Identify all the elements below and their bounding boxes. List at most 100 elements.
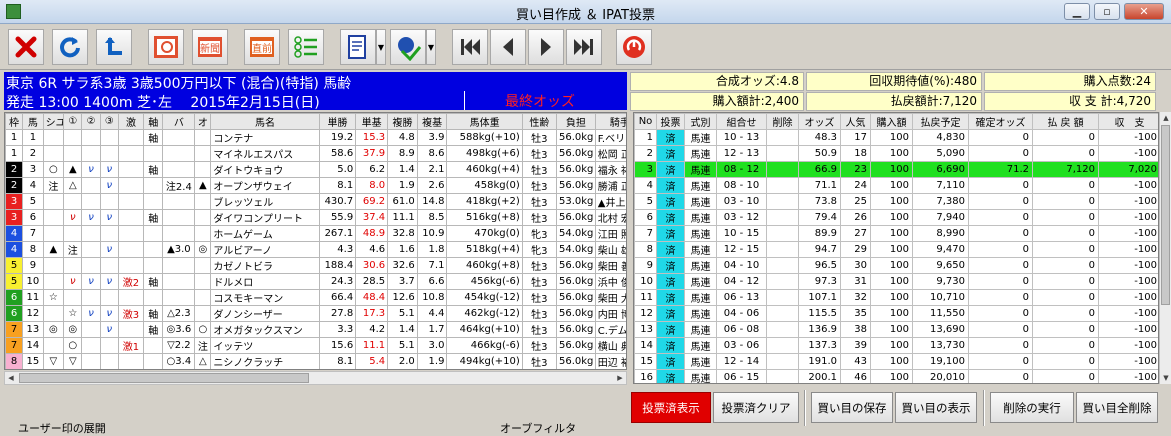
cancel-button[interactable] <box>8 29 44 65</box>
bet-row[interactable]: 10 済馬連 04 - 12 97.3 31 100 9,730 0 0 -100 <box>634 273 1158 290</box>
horizontal-scrollbar[interactable]: ◀ ▶ <box>4 371 627 385</box>
execute-delete-button[interactable]: 削除の実行 <box>990 392 1074 423</box>
chevron-down-icon: ▼ <box>427 42 435 52</box>
scroll-left-icon[interactable]: ◀ <box>5 372 17 384</box>
voted-clear-button[interactable]: 投票済クリア <box>713 392 799 423</box>
scroll-up-icon[interactable]: ▲ <box>1160 112 1171 124</box>
vertical-scrollbar[interactable]: ▲ ▼ <box>1159 112 1171 384</box>
horse-row[interactable]: 1 1 軸 コンテナ 19.2 15.3 4.8 3.9 588kg(+10) 牡3 56.0kg F… <box>5 129 626 146</box>
bet-cell-p: 18 <box>840 145 871 162</box>
bet-cell-bal: -100 <box>1098 289 1158 306</box>
horse-cell-o <box>194 305 212 322</box>
chevron-down-icon: ▼ <box>377 42 385 52</box>
horse-cell-c <box>99 337 119 354</box>
refresh-button[interactable] <box>52 29 88 65</box>
document-icon <box>348 35 366 59</box>
horse-row[interactable]: 2 4 注 △ ν 注2.4 ▲ オープンザウェイ 8.1 8.0 1.9 2.6 458kg(0) 牡3… <box>5 177 626 194</box>
bet-row[interactable]: 14 済馬連 03 - 06 137.3 39 100 13,730 0 0 -100 <box>634 337 1158 354</box>
horse-cell-t: 58.6 <box>318 145 357 162</box>
return-button[interactable] <box>96 29 132 65</box>
ticket-dropdown-button[interactable]: ▼ <box>426 29 436 65</box>
horse-row[interactable]: 7 13 ◎ ◎ ν 軸 ◎3.6 ○ オメガタックスマン 3.3 4.2 1.4 1.7 464kg(+… <box>5 321 626 338</box>
horse-cell-g <box>117 161 145 178</box>
horse-cell-wt: 54.0kg <box>555 225 596 242</box>
last-button[interactable] <box>566 29 602 65</box>
scroll-thumb[interactable] <box>1161 125 1170 305</box>
bet-row[interactable]: 8 済馬連 12 - 15 94.7 29 100 9,470 0 0 -100 <box>634 241 1158 258</box>
form-button[interactable] <box>340 29 376 65</box>
horse-row[interactable]: 8 15 ▽ ▽ ○3.4 △ ニシノクラッチ 8.1 5.4 2.0 1.9 494kg(+10) 牡… <box>5 353 626 369</box>
bet-cell-r: 9,470 <box>912 241 969 258</box>
first-button[interactable] <box>452 29 488 65</box>
prev-button[interactable] <box>490 29 526 65</box>
bet-cell-v: 済 <box>656 209 685 226</box>
capture-button[interactable] <box>148 29 184 65</box>
ticket-icon <box>398 37 422 61</box>
horse-row[interactable]: 1 2 マイネルエスパス 58.6 37.9 8.9 8.6 498kg(+6) 牡3 56.0k… <box>5 145 626 162</box>
horse-cell-ba <box>162 161 196 178</box>
horse-cell-n: 16 <box>23 370 44 371</box>
horse-row[interactable]: 6 11 ☆ コスモキーマン 66.4 48.4 12.6 10.8 454kg(-12) 牡3 5… <box>5 289 626 306</box>
bet-row[interactable]: 7 済馬連 10 - 15 89.9 27 100 8,990 0 0 -100 <box>634 225 1158 242</box>
horse-cell-tk: 26.5 <box>356 370 388 371</box>
horse-cell-sex: 牡3 <box>521 353 557 369</box>
horse-cell-name: コンテナ <box>210 129 320 146</box>
horse-row[interactable]: 816△ コウソクコーナー40.726.57.36.2460kg(+4)牡356.… <box>6 370 628 371</box>
bet-cell-bal: -100 <box>1098 257 1158 274</box>
horse-row[interactable]: 4 7 ホームゲーム 267.1 48.9 32.8 10.9 470kg(0) 牝3 54.0k… <box>5 225 626 242</box>
horse-cell-name: ニシノクラッチ <box>210 353 320 369</box>
bet-row[interactable]: 16 済馬連 06 - 15 200.1 46 100 20,010 0 0 -100 <box>634 369 1158 383</box>
voted-show-button[interactable]: 投票済表示 <box>631 392 711 423</box>
bet-cell-c: 03 - 10 <box>716 193 767 210</box>
bet-cell-no: 10 <box>634 273 657 290</box>
bet-row[interactable]: 2 済馬連 12 - 13 50.9 18 100 5,090 0 0 -100 <box>634 145 1158 162</box>
horse-cell-name: カゼノトビラ <box>210 257 320 274</box>
list-button[interactable] <box>288 29 324 65</box>
delete-all-button[interactable]: 買い目全削除 <box>1076 392 1158 423</box>
horse-cell-f: 4 <box>5 241 24 258</box>
form-dropdown-button[interactable]: ▼ <box>376 29 386 65</box>
horse-cell-c: ν <box>99 209 119 226</box>
horse-row[interactable]: 5 9 カゼノトビラ 188.4 30.6 32.6 7.1 460kg(+8) 牡3 56.0k… <box>5 257 626 274</box>
bet-row[interactable]: 12 済馬連 04 - 06 115.5 35 100 11,550 0 0 -100 <box>634 305 1158 322</box>
bet-row[interactable]: 5 済馬連 03 - 10 73.8 25 100 7,380 0 0 -100 <box>634 193 1158 210</box>
bet-row[interactable]: 9 済馬連 04 - 10 96.5 30 100 9,650 0 0 -100 <box>634 257 1158 274</box>
horse-cell-o: 注 <box>194 337 212 354</box>
horse-row[interactable]: 5 10 ν ν ν 激2 軸ドルメロ 24.3 28.5 3.7 6.6 456kg(-6) 牡3 56… <box>5 273 626 290</box>
ticket-button[interactable] <box>390 29 426 65</box>
bet-row[interactable]: 3 済馬連 08 - 12 66.9 23 100 6,690 71.2 7,120 7,020 <box>634 161 1158 178</box>
bet-row[interactable]: 11 済馬連 06 - 13 107.1 32 100 10,710 0 0 -100 <box>634 289 1158 306</box>
bet-row[interactable]: 4 済馬連 08 - 10 71.1 24 100 7,110 0 0 -100 <box>634 177 1158 194</box>
scroll-down-icon[interactable]: ▼ <box>1160 372 1171 384</box>
horse-cell-n: 3 <box>22 161 44 178</box>
exit-button[interactable] <box>616 29 652 65</box>
horse-cell-jk: 田辺 裕 <box>594 353 626 369</box>
save-bets-button[interactable]: 買い目の保存 <box>811 392 893 423</box>
show-bets-button[interactable]: 買い目の表示 <box>895 392 977 423</box>
scroll-thumb[interactable] <box>19 373 309 383</box>
maximize-button[interactable]: ▫ <box>1094 3 1120 20</box>
horse-cell-jk: ▲井上 <box>594 193 626 210</box>
scroll-right-icon[interactable]: ▶ <box>614 372 626 384</box>
minimize-button[interactable]: ▁ <box>1064 3 1090 20</box>
horse-row[interactable]: 7 14 ○ 激1 ▽2.2 注イッテツ 15.6 11.1 5.1 3.0 466kg(-6) 牡3… <box>5 337 626 354</box>
bet-row[interactable]: 15 済馬連 12 - 14 191.0 43 100 19,100 0 0 -100 <box>634 353 1158 370</box>
bet-row[interactable]: 6 済馬連 03 - 12 79.4 26 100 7,940 0 0 -100 <box>634 209 1158 226</box>
horse-cell-name: ホームゲーム <box>210 225 320 242</box>
newspaper-button[interactable]: 新聞 <box>192 29 228 65</box>
close-window-button[interactable]: ✕ <box>1124 3 1164 20</box>
horse-row[interactable]: 4 8 ▲ 注 ν ▲3.0 ◎ アルビアーノ 4.3 4.6 1.6 1.8 518kg(+4) 牝3 5… <box>5 241 626 258</box>
chokuzen-button[interactable]: 直前 <box>244 29 280 65</box>
horse-row[interactable]: 2 3 ○ ▲ ν ν 軸ダイトウキョウ 5.0 6.2 1.4 2.1 460kg(+4) 牡3 56.… <box>5 161 626 178</box>
bet-row[interactable]: 1 済馬連 10 - 13 48.3 17 100 4,830 0 0 -100 <box>634 129 1158 146</box>
next-button[interactable] <box>528 29 564 65</box>
bet-cell-v: 済 <box>656 129 685 146</box>
horse-row[interactable]: 3 6 ν ν ν 軸 ダイワコンプリート 55.9 37.4 11.1 8.5 516kg(+8) 牡… <box>5 209 626 226</box>
horse-row[interactable]: 3 5 ブレッツェル 430.7 69.2 61.0 14.8 418kg(+2) 牡3 53.0… <box>5 193 626 210</box>
bet-cell-r: 7,110 <box>912 177 969 194</box>
bet-cell-b: 100 <box>870 177 913 194</box>
column-header: 単勝 <box>318 113 357 130</box>
horse-row[interactable]: 6 12 ☆ ν ν 激3 軸 △2.3 ダノンシーザー 27.8 17.3 5.1 4.4 462kg(… <box>5 305 626 322</box>
bet-cell-d <box>766 209 799 226</box>
bet-row[interactable]: 13 済馬連 06 - 08 136.9 38 100 13,690 0 0 -100 <box>634 321 1158 338</box>
